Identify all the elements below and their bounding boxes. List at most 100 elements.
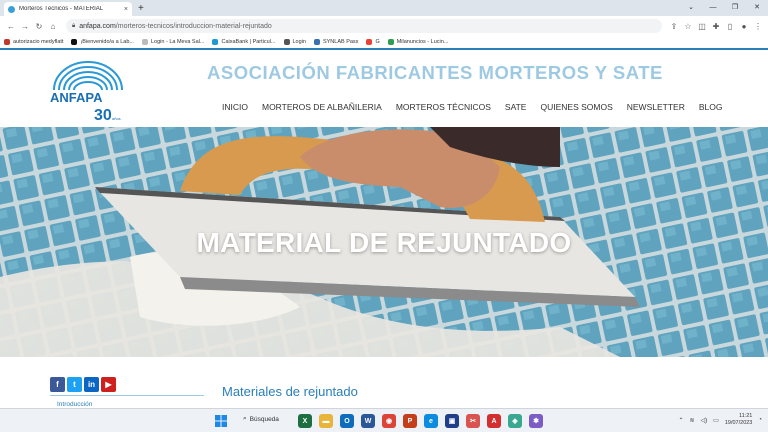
site-title: ASOCIACIÓN FABRICANTES MORTEROS Y SATE	[207, 62, 663, 83]
tab-search-icon[interactable]: ⌄	[680, 0, 702, 16]
site-header: ANFAPA 30 años ASOCIACIÓN FABRICANTES MO…	[0, 52, 768, 127]
bookmark-item[interactable]: CaixaBank | Particul...	[212, 39, 276, 45]
acrobat-icon[interactable]: A	[487, 414, 501, 428]
bookmark-label: G	[375, 39, 380, 45]
address-bar[interactable]: 🔒︎ anfapa.com/morteros-tecnicos/introduc…	[66, 19, 662, 33]
bookmark-favicon-icon	[212, 39, 219, 45]
url-domain: anfapa.com	[79, 22, 116, 30]
bookmark-label: Milanuncios - Lucin...	[396, 39, 449, 45]
sidebar-link-introduccion[interactable]: Introducción	[57, 401, 92, 408]
clock-date: 19/07/2023	[724, 420, 753, 426]
sidepanel-icon[interactable]: ▯	[724, 22, 736, 31]
url-path: /morteros-tecnicos/introduccion-material…	[115, 22, 272, 30]
volume-icon[interactable]: ◁)	[701, 417, 708, 424]
bookmark-item[interactable]: Login - La Meva Sal...	[141, 39, 204, 45]
home-icon[interactable]: ⌂	[46, 22, 60, 31]
nav-item-quienes-somos[interactable]: QUIENES SOMOS	[540, 102, 612, 112]
word-icon[interactable]: W	[361, 414, 375, 428]
taskbar-apps: X ▬ O W ◉ Pe ▣ ✂ A ◈ ✱	[298, 414, 543, 428]
teams-icon[interactable]: ✱	[529, 414, 543, 428]
back-arrow-icon[interactable]: ←	[4, 22, 18, 31]
bookmark-item[interactable]: SYNLAB Pass	[313, 39, 359, 45]
bookmark-item[interactable]: ¡Bienvenido/a a Lab...	[71, 39, 134, 45]
bookmark-label: Login	[292, 39, 306, 45]
content-area: f t in ▶ Introducción Materiales de rejunta…	[0, 357, 768, 408]
reload-icon[interactable]: ↻	[32, 22, 46, 31]
powerpoint-icon[interactable]: P	[403, 414, 417, 428]
nav-item-newsletter[interactable]: NEWSLETTER	[627, 102, 685, 112]
chrome-icon[interactable]: ◉	[382, 414, 396, 428]
site-favicon-icon	[8, 5, 15, 13]
youtube-icon[interactable]: ▶	[101, 377, 116, 392]
wifi-icon[interactable]: ≋	[690, 417, 695, 424]
profile-avatar-icon[interactable]: ●	[738, 22, 750, 31]
minimize-button[interactable]: —	[702, 0, 724, 16]
maximize-button[interactable]: ❐	[724, 0, 746, 16]
web-page: ANFAPA 30 años ASOCIACIÓN FABRICANTES MO…	[0, 52, 768, 408]
nav-item-blog[interactable]: BLOG	[699, 102, 723, 112]
hero-title: MATERIAL DE REJUNTADO	[196, 227, 572, 258]
nav-item-morteros-técnicos[interactable]: MORTEROS TÉCNICOS	[396, 102, 491, 112]
window-controls: ⌄ — ❐ ✕	[680, 0, 768, 16]
clock[interactable]: 11:21 19/07/2023	[725, 413, 753, 427]
extensions-area: ⇪ ☆ ◫ ✚ ▯ ● ⋮	[668, 22, 764, 31]
section-title: Materiales de rejuntado	[222, 384, 358, 399]
puzzle-icon[interactable]: ✚	[710, 22, 722, 31]
system-tray: ⌃ ≋ ◁) ▭ 11:21 19/07/2023 ◔	[678, 413, 762, 427]
nav-item-morteros-de-albañileria[interactable]: MORTEROS DE ALBAÑILERIA	[262, 102, 382, 112]
extension-icon[interactable]: ◫	[696, 22, 708, 31]
taskbar-search[interactable]: ⌕ Búsqueda	[243, 415, 279, 423]
forward-arrow-icon[interactable]: →	[18, 22, 32, 31]
bookmark-item[interactable]: Login	[283, 39, 306, 45]
browser-tab-strip: Morteros Técnicos - MATERIAL × + ⌄ — ❐ ✕	[0, 0, 768, 16]
menu-kebab-icon[interactable]: ⋮	[752, 22, 764, 31]
linkedin-icon[interactable]: in	[84, 377, 99, 392]
photos-icon[interactable]: ◈	[508, 414, 522, 428]
new-tab-button[interactable]: +	[138, 2, 144, 16]
close-window-button[interactable]: ✕	[746, 0, 768, 16]
notification-bell-icon[interactable]: ◔	[758, 417, 762, 423]
excel-icon[interactable]: X	[298, 414, 312, 428]
file-explorer-icon[interactable]: ▬	[319, 414, 333, 428]
bookmark-favicon-icon	[283, 39, 290, 45]
logo-years: 30	[94, 107, 112, 122]
chevron-up-icon[interactable]: ⌃	[678, 417, 683, 424]
bookmark-item[interactable]: autorizacio medyflatt	[4, 39, 63, 45]
windows-start-icon[interactable]	[215, 415, 227, 427]
share-icon[interactable]: ⇪	[668, 22, 680, 31]
battery-icon[interactable]: ▭	[713, 417, 719, 424]
facebook-icon[interactable]: f	[50, 377, 65, 392]
bookmark-favicon-icon	[313, 39, 320, 45]
bookmark-item[interactable]: Milanuncios - Lucin...	[387, 39, 449, 45]
tab-title: Morteros Técnicos - MATERIAL	[19, 6, 104, 12]
browser-toolbar: ← → ↻ ⌂ 🔒︎ anfapa.com/morteros-tecnicos/…	[0, 16, 768, 36]
bookmark-item[interactable]: G	[366, 39, 380, 45]
lock-icon[interactable]: 🔒︎	[72, 23, 75, 30]
anfapa-logo[interactable]: ANFAPA 30 años	[50, 60, 126, 122]
bookmark-star-icon[interactable]: ☆	[682, 22, 694, 31]
browser-tab-active[interactable]: Morteros Técnicos - MATERIAL ×	[4, 2, 132, 16]
sidebar-divider	[50, 395, 204, 396]
outlook-icon[interactable]: O	[340, 414, 354, 428]
snip-icon[interactable]: ✂	[466, 414, 480, 428]
twitter-icon[interactable]: t	[67, 377, 82, 392]
bookmark-label: CaixaBank | Particul...	[221, 39, 276, 45]
bookmark-favicon-icon	[141, 39, 148, 45]
social-links: f t in ▶	[50, 377, 116, 392]
bookmark-favicon-icon	[4, 39, 10, 45]
close-tab-icon[interactable]: ×	[124, 6, 128, 13]
app-icon[interactable]: ▣	[445, 414, 459, 428]
hero-banner: MATERIAL DE REJUNTADO	[0, 127, 768, 357]
bookmarks-bar: autorizacio medyflatt ¡Bienvenido/a a Lab…	[0, 36, 768, 50]
windows-taskbar: ⌕ Búsqueda X ▬ O W ◉ Pe ▣ ✂ A ◈ ✱ ⌃ ≋ ◁) ▭ 11:21 1…	[0, 408, 768, 432]
logo-text: ANFAPA	[50, 90, 103, 105]
nav-item-sate[interactable]: SATE	[505, 102, 527, 112]
nav-item-inicio[interactable]: INICIO	[222, 102, 248, 112]
bookmark-favicon-icon	[387, 39, 394, 45]
logo-years-label: años	[112, 116, 121, 121]
bookmark-label: autorizacio medyflatt	[13, 39, 64, 45]
bookmark-label: SYNLAB Pass	[322, 39, 359, 45]
bookmark-favicon-icon	[366, 39, 373, 45]
edge-icon[interactable]: e	[424, 414, 438, 428]
main-nav: INICIO MORTEROS DE ALBAÑILERIA MORTEROS TÉ…	[222, 102, 722, 112]
